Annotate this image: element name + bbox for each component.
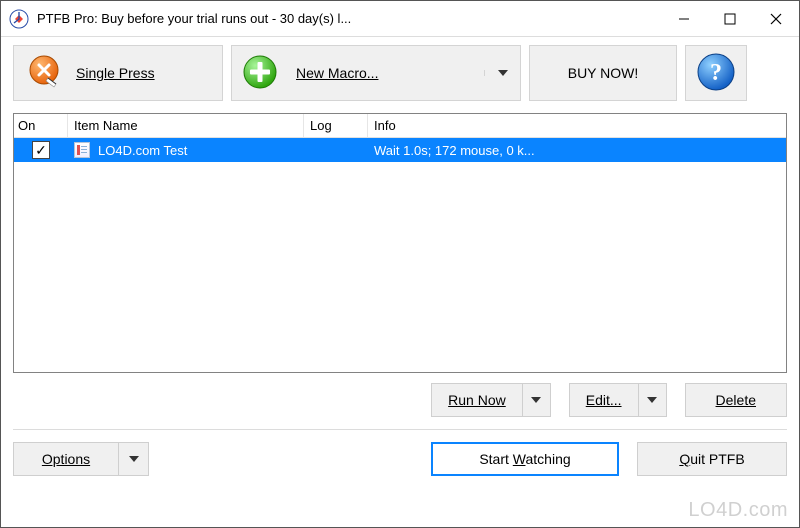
row-enable-cell[interactable]: ✓ <box>14 141 68 159</box>
start-watching-label: Start Watching <box>479 451 570 467</box>
new-macro-label: New Macro... <box>296 65 378 81</box>
column-header-info[interactable]: Info <box>368 114 786 137</box>
help-icon: ? <box>696 52 736 95</box>
run-now-dropdown[interactable] <box>522 384 550 416</box>
svg-text:?: ? <box>710 60 722 86</box>
row-name-cell[interactable]: LO4D.com Test <box>68 142 304 158</box>
app-icon <box>9 9 29 29</box>
help-button[interactable]: ? <box>685 45 747 101</box>
window-title: PTFB Pro: Buy before your trial runs out… <box>37 11 351 26</box>
macro-list: On Item Name Log Info ✓ LO4D.com Test Wa… <box>13 113 787 373</box>
add-icon <box>242 54 278 93</box>
row-info-cell[interactable]: Wait 1.0s; 172 mouse, 0 k... <box>368 143 786 158</box>
minimize-button[interactable] <box>661 1 707 37</box>
row-action-bar: Run Now Edit... Delete <box>1 373 799 423</box>
edit-button[interactable]: Edit... <box>569 383 667 417</box>
chevron-down-icon <box>531 397 541 403</box>
macro-file-icon <box>74 142 90 158</box>
maximize-button[interactable] <box>707 1 753 37</box>
options-label: Options <box>14 451 118 467</box>
close-button[interactable] <box>753 1 799 37</box>
close-circle-icon <box>28 54 64 93</box>
buy-now-label: BUY NOW! <box>568 65 639 81</box>
run-now-label: Run Now <box>432 392 522 408</box>
row-enable-checkbox[interactable]: ✓ <box>32 141 50 159</box>
delete-button[interactable]: Delete <box>685 383 787 417</box>
list-header: On Item Name Log Info <box>14 114 786 138</box>
delete-label: Delete <box>686 392 786 408</box>
column-header-log[interactable]: Log <box>304 114 368 137</box>
buy-now-button[interactable]: BUY NOW! <box>529 45 677 101</box>
new-macro-dropdown[interactable] <box>484 70 520 76</box>
chevron-down-icon <box>647 397 657 403</box>
start-watching-button[interactable]: Start Watching <box>431 442 619 476</box>
single-press-button[interactable]: Single Press <box>13 45 223 101</box>
column-header-name[interactable]: Item Name <box>68 114 304 137</box>
options-button[interactable]: Options <box>13 442 149 476</box>
run-now-button[interactable]: Run Now <box>431 383 551 417</box>
edit-label: Edit... <box>570 392 638 408</box>
edit-dropdown[interactable] <box>638 384 666 416</box>
column-header-on[interactable]: On <box>14 114 68 137</box>
new-macro-button[interactable]: New Macro... <box>232 46 484 100</box>
chevron-down-icon <box>129 456 139 462</box>
quit-button[interactable]: Quit PTFB <box>637 442 787 476</box>
new-macro-button-group: New Macro... <box>231 45 521 101</box>
watermark: LO4D.com <box>688 499 788 522</box>
table-row[interactable]: ✓ LO4D.com Test Wait 1.0s; 172 mouse, 0 … <box>14 138 786 162</box>
row-name: LO4D.com Test <box>98 143 187 158</box>
chevron-down-icon <box>498 70 508 76</box>
bottom-bar: Options Start Watching Quit PTFB <box>1 430 799 488</box>
main-toolbar: Single Press New Macro... <box>1 37 799 111</box>
single-press-label: Single Press <box>76 65 155 81</box>
titlebar: PTFB Pro: Buy before your trial runs out… <box>1 1 799 37</box>
quit-label: Quit PTFB <box>679 451 744 467</box>
list-body[interactable]: ✓ LO4D.com Test Wait 1.0s; 172 mouse, 0 … <box>14 138 786 372</box>
options-dropdown[interactable] <box>118 443 148 475</box>
